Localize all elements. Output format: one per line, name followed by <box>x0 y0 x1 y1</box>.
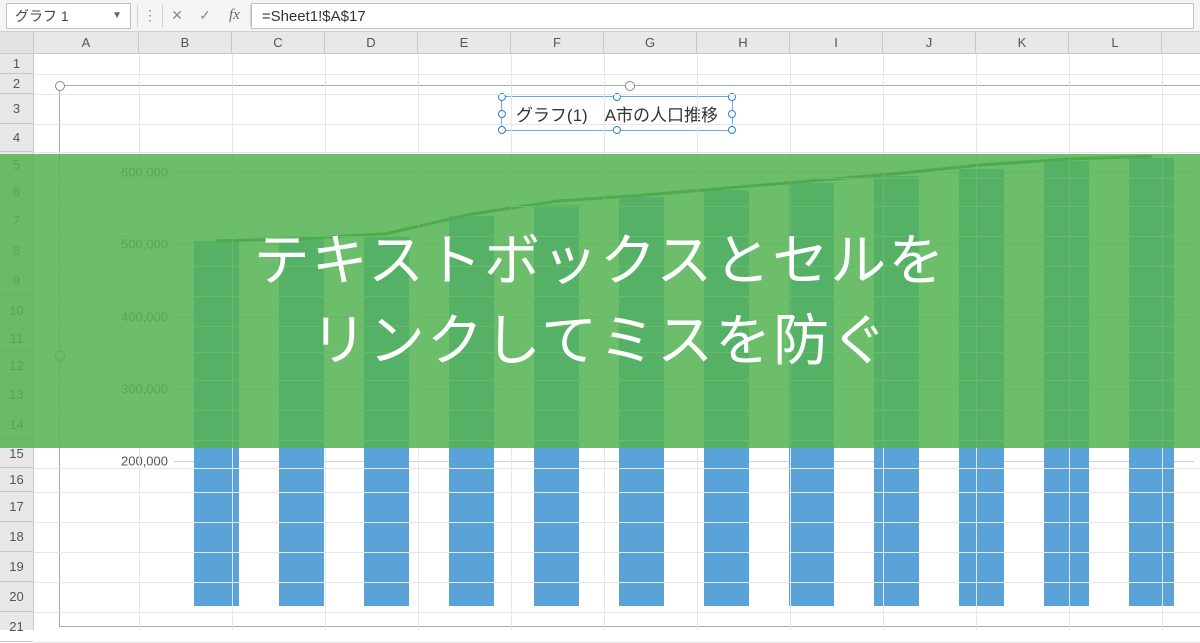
y-axis-tick-label: 200,000 <box>121 454 168 469</box>
resize-handle[interactable] <box>55 81 65 91</box>
formula-bar: グラフ 1 ▼ ⋮ ✕ ✓ fx =Sheet1!$A$17 <box>0 0 1200 32</box>
row-header[interactable]: 19 <box>0 552 33 582</box>
column-header[interactable]: F <box>511 32 604 53</box>
resize-handle[interactable] <box>728 110 736 118</box>
more-icon[interactable]: ⋮ <box>138 7 162 24</box>
column-header[interactable]: L <box>1069 32 1162 53</box>
row-header[interactable]: 17 <box>0 492 33 522</box>
row-header[interactable]: 18 <box>0 522 33 552</box>
column-header[interactable]: C <box>232 32 325 53</box>
name-box[interactable]: グラフ 1 ▼ <box>6 3 131 29</box>
formula-input[interactable]: =Sheet1!$A$17 <box>251 3 1194 29</box>
overlay-line-2: リンクしてミスを防ぐ <box>311 301 889 381</box>
row-header[interactable]: 1 <box>0 54 33 74</box>
column-headers: ABCDEFGHIJKL <box>0 32 1200 54</box>
overlay-line-1: テキストボックスとセルを <box>254 221 947 301</box>
column-header[interactable]: I <box>790 32 883 53</box>
column-header[interactable]: A <box>34 32 139 53</box>
cancel-formula-button[interactable]: ✕ <box>163 7 191 24</box>
column-header[interactable]: H <box>697 32 790 53</box>
resize-handle[interactable] <box>625 81 635 91</box>
column-header[interactable]: K <box>976 32 1069 53</box>
row-header[interactable]: 16 <box>0 468 33 492</box>
select-all-corner[interactable] <box>0 32 34 53</box>
column-header[interactable]: D <box>325 32 418 53</box>
row-header[interactable]: 21 <box>0 612 33 642</box>
column-header[interactable]: B <box>139 32 232 53</box>
resize-handle[interactable] <box>498 126 506 134</box>
confirm-formula-button[interactable]: ✓ <box>191 7 219 24</box>
resize-handle[interactable] <box>613 126 621 134</box>
name-box-value: グラフ 1 <box>15 6 69 26</box>
chart-title-textbox[interactable]: グラフ(1) A市の人口推移 <box>501 96 733 131</box>
overlay-banner: テキストボックスとセルを リンクしてミスを防ぐ <box>0 154 1200 448</box>
row-header[interactable]: 4 <box>0 124 33 152</box>
chart-title-text: グラフ(1) A市の人口推移 <box>516 106 718 125</box>
column-header[interactable]: J <box>883 32 976 53</box>
row-header[interactable]: 3 <box>0 94 33 124</box>
resize-handle[interactable] <box>498 110 506 118</box>
fx-icon[interactable]: fx <box>219 7 250 24</box>
row-header[interactable]: 20 <box>0 582 33 612</box>
column-header[interactable]: E <box>418 32 511 53</box>
column-header[interactable]: G <box>604 32 697 53</box>
row-header[interactable]: 2 <box>0 74 33 94</box>
chevron-down-icon[interactable]: ▼ <box>112 10 122 21</box>
